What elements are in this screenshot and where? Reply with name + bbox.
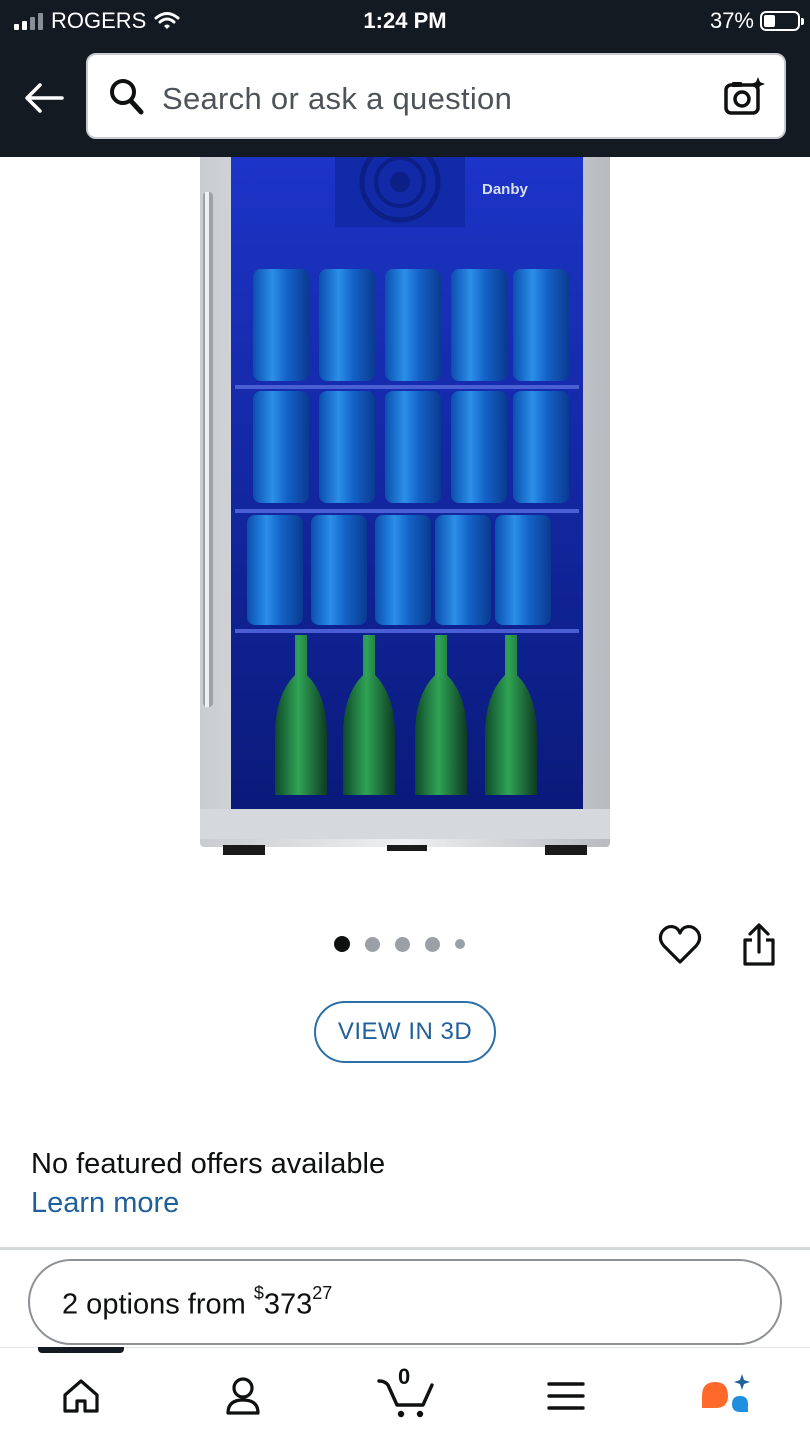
share-icon[interactable] (740, 922, 778, 968)
search-icon (110, 79, 144, 115)
buying-options-button[interactable]: 2 options from $37327 (28, 1259, 782, 1345)
nav-assistant[interactable] (696, 1366, 756, 1426)
carousel-dot[interactable] (455, 939, 465, 949)
carousel-dot[interactable] (365, 936, 380, 952)
search-bar[interactable]: Search or ask a question (86, 53, 786, 139)
heart-icon[interactable] (658, 924, 702, 966)
nav-menu[interactable] (536, 1366, 596, 1426)
status-time: 1:24 PM (363, 8, 447, 33)
camera-search-icon[interactable] (722, 75, 766, 119)
battery-icon (760, 11, 804, 31)
status-right: 37% (709, 8, 804, 34)
beverage-fridge-illustration: Danby (200, 141, 610, 855)
price-whole: 373 (263, 1288, 313, 1321)
buying-options-text: 2 options from $37327 (62, 1283, 332, 1322)
status-bar: ROGERS 1:24 PM 37% (0, 0, 810, 44)
bottom-navigation: 0 (0, 1347, 810, 1440)
menu-icon (547, 1382, 585, 1410)
home-icon (63, 1379, 99, 1413)
search-input[interactable]: Search or ask a question (162, 81, 512, 117)
view-in-3d-button[interactable]: VIEW IN 3D (314, 1001, 496, 1063)
brand-label: Danby (482, 181, 529, 198)
nav-home[interactable] (51, 1366, 111, 1426)
rufus-assistant-icon (702, 1374, 750, 1412)
product-image[interactable]: Danby (195, 141, 615, 857)
nav-cart[interactable]: 0 (374, 1364, 438, 1426)
battery-percent: 37% (709, 8, 754, 33)
price-currency: $ (253, 1283, 264, 1303)
options-prefix: 2 options from (62, 1288, 254, 1321)
account-icon (226, 1377, 260, 1415)
active-tab-indicator (38, 1347, 124, 1353)
cart-count-badge: 0 (398, 1364, 411, 1389)
nav-account[interactable] (213, 1366, 273, 1426)
image-carousel-dots[interactable] (334, 936, 465, 952)
price-fraction: 27 (312, 1283, 333, 1303)
no-offers-text: No featured offers available (31, 1148, 386, 1180)
carousel-dot-active[interactable] (334, 936, 350, 952)
carousel-dot[interactable] (395, 936, 410, 952)
back-button[interactable] (22, 80, 66, 120)
top-header: ROGERS 1:24 PM 37% Search or ask a quest… (0, 0, 810, 157)
learn-more-link[interactable]: Learn more (31, 1187, 179, 1220)
back-arrow-icon (25, 83, 64, 113)
section-divider (0, 1247, 810, 1250)
carousel-dot[interactable] (425, 936, 440, 952)
